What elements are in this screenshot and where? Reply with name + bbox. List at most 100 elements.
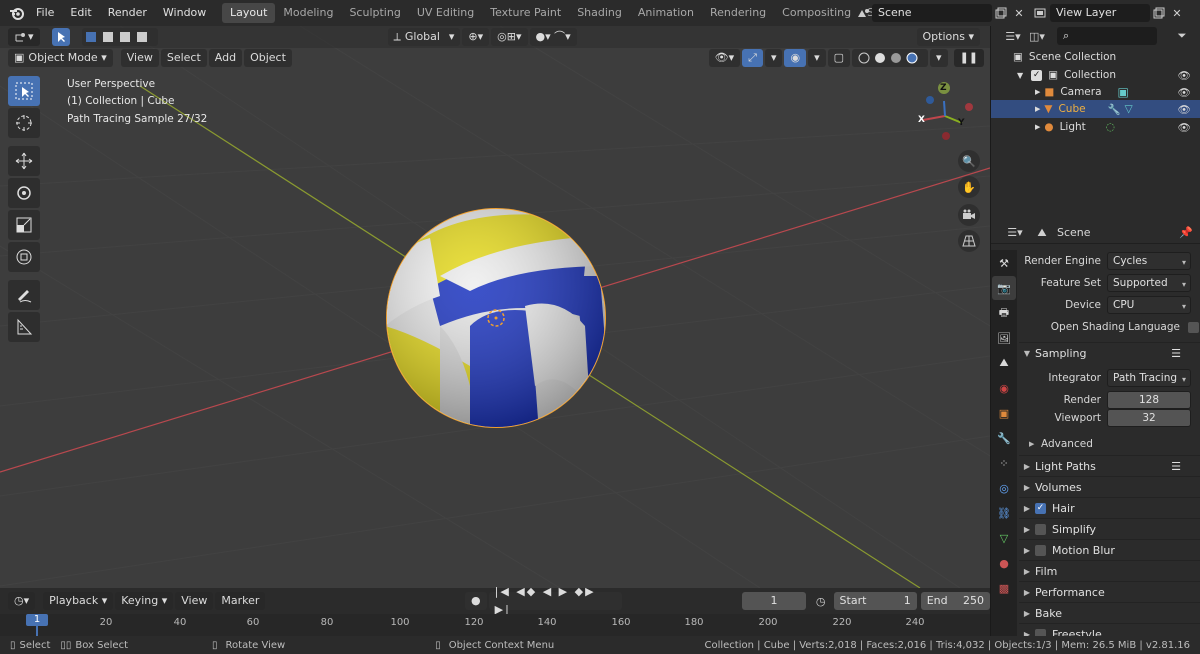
tab-object-icon[interactable]: ▣ <box>992 401 1016 425</box>
xray-toggle-icon[interactable]: ▢ <box>827 49 851 67</box>
shading-dropdown-icon[interactable]: ▾ <box>930 49 948 67</box>
blender-logo-icon[interactable] <box>6 2 28 24</box>
tab-compositing[interactable]: Compositing <box>774 3 859 23</box>
tab-texture-paint[interactable]: Texture Paint <box>482 3 569 23</box>
gizmo-y-label[interactable]: Y <box>958 118 965 128</box>
advanced-subpanel-header[interactable]: ▶ Advanced <box>1019 433 1200 455</box>
outliner-item-camera[interactable]: ▶ ■ Camera ▣ 👁 <box>991 83 1200 101</box>
pause-render-icon[interactable]: ❚❚ <box>953 49 984 67</box>
view-layer-field[interactable]: View Layer <box>1050 4 1150 22</box>
volumes-panel-header[interactable]: ▶ Volumes <box>1019 476 1200 497</box>
proportional-editing-icon[interactable]: ●▾ ⌒▾ <box>529 28 577 46</box>
tab-view-layer-icon[interactable]: 🖼 <box>992 326 1016 350</box>
delete-scene-icon[interactable]: ✕ <box>1010 4 1028 22</box>
auto-keying-icon[interactable]: ● <box>465 592 487 610</box>
frame-ruler[interactable]: 20 40 60 80 100 120 140 160 180 200 220 … <box>0 614 990 636</box>
outliner-editor-type-icon[interactable]: ☰▾ <box>1001 27 1025 45</box>
tab-modeling[interactable]: Modeling <box>275 3 341 23</box>
editor-type-icon[interactable]: ▾ <box>8 28 40 46</box>
pivot-point-icon[interactable]: ⊕▾ <box>462 28 490 46</box>
device-dropdown[interactable]: CPU ▾ <box>1107 296 1191 314</box>
shading-mode-icons[interactable] <box>852 49 929 67</box>
gizmo-toggle-icon[interactable]: ⤢ <box>742 49 763 67</box>
motion-blur-panel-header[interactable]: ▶ Motion Blur <box>1019 539 1200 560</box>
viewport-menu-add[interactable]: Add <box>208 49 243 67</box>
gizmo-x-label[interactable]: X <box>918 115 925 125</box>
osl-checkbox[interactable] <box>1188 321 1199 333</box>
tab-physics-icon[interactable]: ◎ <box>992 476 1016 500</box>
object-mode-dropdown[interactable]: ▣ Object Mode ▾ <box>8 49 113 67</box>
scene-name-field[interactable]: Scene <box>872 4 992 22</box>
camera-view-icon[interactable] <box>958 204 980 226</box>
gizmo-z-label[interactable]: Z <box>940 83 947 93</box>
viewport-samples-field[interactable]: 32 <box>1107 409 1191 427</box>
end-frame-field[interactable]: End 250 <box>920 592 990 610</box>
tab-texture-icon[interactable]: ▩ <box>992 576 1016 600</box>
zoom-icon[interactable]: 🔍 <box>958 150 980 172</box>
current-frame-field[interactable]: 1 <box>742 592 806 610</box>
properties-editor-type-icon[interactable]: ☰▾ <box>1003 224 1027 242</box>
viewport-menu-select[interactable]: Select <box>160 49 207 67</box>
scale-tool-icon[interactable] <box>8 210 40 240</box>
tab-modifier-icon[interactable]: 🔧 <box>992 426 1016 450</box>
tab-scene-icon[interactable]: ⛰ <box>992 351 1016 375</box>
tab-material-icon[interactable]: ● <box>992 551 1016 575</box>
scene-icon[interactable] <box>854 4 872 22</box>
tab-constraints-icon[interactable]: ⛓ <box>992 501 1016 525</box>
new-view-layer-icon[interactable] <box>1150 4 1168 22</box>
tab-shading[interactable]: Shading <box>569 3 630 23</box>
outliner-display-mode-icon[interactable]: ◫▾ <box>1025 27 1049 45</box>
bake-panel-header[interactable]: ▶ Bake <box>1019 602 1200 623</box>
timeline-menu-playback[interactable]: Playback ▾ <box>43 592 114 610</box>
selection-mode-new-icon[interactable] <box>81 28 158 46</box>
tab-particles-icon[interactable]: ⁘ <box>992 451 1016 475</box>
overlay-dropdown-icon[interactable]: ▾ <box>808 49 826 67</box>
timeline-menu-view[interactable]: View <box>175 592 214 610</box>
menu-edit[interactable]: Edit <box>62 0 99 26</box>
view-layer-icon[interactable] <box>1032 4 1050 22</box>
motion-blur-checkbox[interactable] <box>1035 544 1046 556</box>
film-panel-header[interactable]: ▶ Film <box>1019 560 1200 581</box>
tab-sculpting[interactable]: Sculpting <box>341 3 408 23</box>
presets-list-icon[interactable]: ☰ <box>1171 347 1181 360</box>
menu-window[interactable]: Window <box>155 0 214 26</box>
overlay-toggle-icon[interactable]: ◉ <box>784 49 807 67</box>
viewport-menu-view[interactable]: View <box>120 49 159 67</box>
rotate-tool-icon[interactable] <box>8 178 40 208</box>
simplify-checkbox[interactable] <box>1035 523 1046 535</box>
sampling-panel-header[interactable]: ▼ Sampling ☰ <box>1019 342 1200 363</box>
timeline-menu-marker[interactable]: Marker <box>215 592 266 610</box>
filter-icon[interactable]: ⏷ <box>1173 27 1191 45</box>
select-box-tool-icon[interactable] <box>8 76 40 106</box>
visibility-eye-icon[interactable]: 👁 <box>1178 86 1191 99</box>
tab-render-icon[interactable]: 📷 <box>992 276 1016 300</box>
pin-icon[interactable]: 📌 <box>1177 224 1195 242</box>
viewport-menu-object[interactable]: Object <box>244 49 292 67</box>
expand-arrow-icon[interactable]: ▶ <box>1035 105 1040 113</box>
presets-list-icon[interactable]: ☰ <box>1171 460 1181 473</box>
visibility-eye-icon[interactable]: 👁 <box>1178 69 1191 82</box>
tab-tool-icon[interactable]: ⚒ <box>992 251 1016 275</box>
menu-render[interactable]: Render <box>100 0 155 26</box>
transform-orientation-dropdown[interactable]: ⟂ Global ▾ <box>387 28 461 46</box>
move-tool-icon[interactable] <box>8 146 40 176</box>
start-frame-field[interactable]: Start 1 <box>833 592 917 610</box>
render-samples-field[interactable]: 128 <box>1107 391 1191 409</box>
visibility-eye-icon[interactable]: 👁 <box>1178 121 1191 134</box>
delete-view-layer-icon[interactable]: ✕ <box>1168 4 1186 22</box>
visibility-eye-icon[interactable]: 👁 <box>1178 103 1191 116</box>
gizmo-dropdown-icon[interactable]: ▾ <box>764 49 783 67</box>
freestyle-checkbox[interactable] <box>1035 628 1046 636</box>
menu-file[interactable]: File <box>28 0 62 26</box>
exclude-checkbox[interactable]: ✓ <box>1031 69 1043 81</box>
modifier-wrench-icon[interactable]: 🔧 <box>1108 103 1121 116</box>
tab-layout[interactable]: Layout <box>222 3 276 23</box>
new-scene-icon[interactable] <box>992 4 1010 22</box>
light-paths-panel-header[interactable]: ▶ Light Paths ☰ <box>1019 455 1200 476</box>
tab-output-icon[interactable]: 🖶 <box>992 301 1016 325</box>
timeline-editor-type-icon[interactable]: ◷▾ <box>8 592 36 610</box>
visibility-icon[interactable]: 👁▾ <box>708 49 741 67</box>
annotate-tool-icon[interactable] <box>8 280 40 310</box>
cursor-tool-icon[interactable] <box>8 108 40 138</box>
preview-range-icon[interactable]: ◷ <box>812 592 830 610</box>
